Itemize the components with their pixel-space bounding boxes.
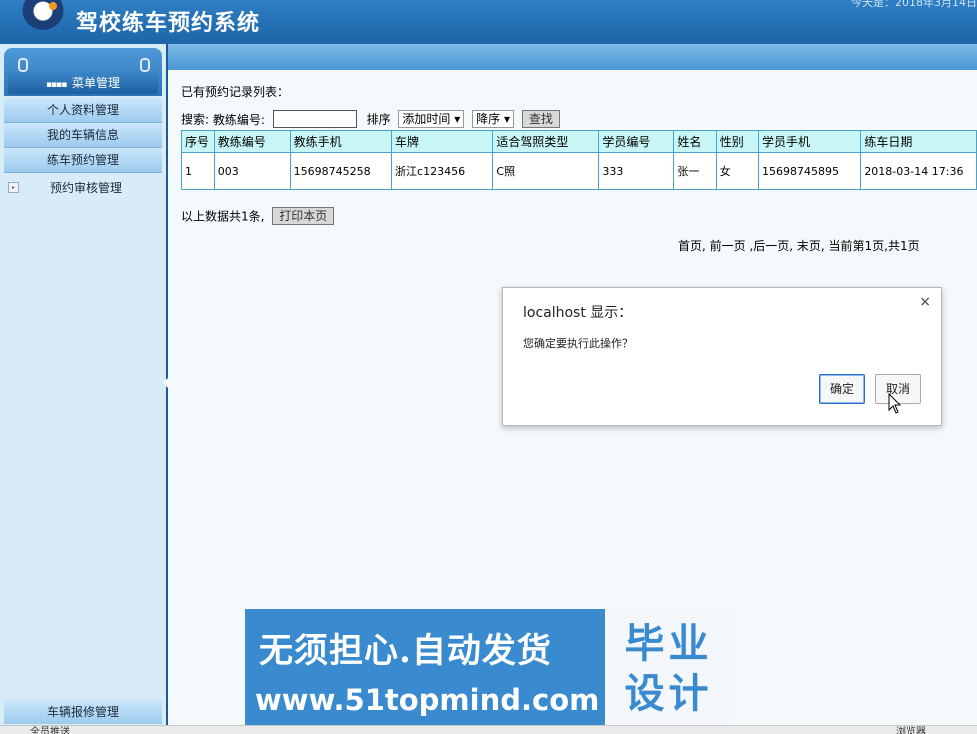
table-cell: 15698745895 — [758, 152, 862, 190]
search-button[interactable]: 查找 — [521, 110, 560, 128]
table-cell: 003 — [213, 152, 291, 190]
sort-field-value: 添加时间 — [402, 112, 451, 126]
sidebar-item-my-vehicle[interactable]: 我的车辆信息 — [4, 123, 162, 148]
column-header: 练车日期 — [860, 130, 977, 153]
date-text: 今天是：2018年3月14日 — [851, 0, 977, 9]
sort-label: 排序 — [366, 112, 391, 127]
list-title: 已有预约记录列表： — [181, 85, 290, 99]
banner-badge: 毕业 设计 — [605, 609, 732, 733]
record-count-text: 以上数据共1条, — [181, 209, 265, 224]
column-header: 序号 — [181, 130, 215, 153]
table-cell: 15698745258 — [289, 152, 393, 190]
promo-banner: 无须担心.自动发货 www.51topmind.com 毕业 设计 — [245, 609, 732, 733]
table-row: 1 003 15698745258 浙江c123456 C照 333 张一 女 … — [181, 152, 977, 190]
column-header: 车牌 — [391, 130, 494, 153]
sort-field-select[interactable]: 添加时间 ▾ — [398, 110, 465, 128]
app-title: 驾校练车预约系统 — [76, 10, 261, 36]
table-header-row: 序号 教练编号 教练手机 车牌 适合驾照类型 学员编号 姓名 性别 学员手机 练… — [181, 130, 977, 153]
pagination[interactable]: 首页, 前一页 ,后一页, 末页, 当前第1页,共1页 — [678, 237, 920, 254]
search-label: 搜索: — [181, 112, 210, 127]
column-header: 学员编号 — [598, 130, 675, 153]
sidebar-item-booking[interactable]: 练车预约管理 — [4, 148, 162, 173]
grid-icon: ▪▪▪▪ — [45, 80, 67, 90]
banner-url: www.51topmind.com — [255, 683, 600, 717]
sidebar-subitem-label: 预约审核管理 — [50, 181, 123, 195]
search-bar: 搜索: 教练编号: 排序 添加时间 ▾ 降序 ▾ 查找 — [181, 110, 560, 130]
column-header: 姓名 — [673, 130, 717, 153]
column-header: 适合驾照类型 — [492, 130, 600, 153]
column-header: 教练编号 — [213, 130, 291, 153]
ok-button[interactable]: 确定 — [819, 374, 865, 404]
sidebar-item-repair[interactable]: 车辆报修管理 — [4, 700, 162, 724]
column-header: 性别 — [715, 130, 760, 153]
ring-icon — [18, 58, 28, 72]
logo-icon — [22, 0, 64, 30]
sidebar-item-profile[interactable]: 个人资料管理 — [4, 98, 162, 123]
dialog-title: localhost 显示： — [523, 305, 633, 321]
chevron-down-icon: ▾ — [454, 112, 461, 126]
summary-row: 以上数据共1条, 打印本页 — [181, 207, 335, 225]
banner-headline: 无须担心.自动发货 — [259, 631, 552, 671]
sidebar-subitem-review[interactable]: ▸ 预约审核管理 — [4, 176, 162, 200]
confirm-dialog: localhost 显示： × 您确定要执行此操作？ 确定 取消 — [502, 287, 942, 426]
column-header: 教练手机 — [289, 130, 393, 153]
banner-badge-line2: 设计 — [624, 670, 713, 717]
table-cell: 2018-03-14 17:36 — [860, 152, 977, 190]
expand-icon[interactable]: ▸ — [8, 182, 19, 193]
close-icon[interactable]: × — [919, 294, 931, 310]
sort-order-value: 降序 — [476, 112, 501, 126]
column-header: 学员手机 — [758, 130, 862, 153]
ring-icon — [140, 58, 150, 72]
sort-order-select[interactable]: 降序 ▾ — [472, 110, 514, 128]
table-cell: 浙江c123456 — [391, 152, 494, 190]
app-header: 驾校练车预约系统 今天是：2018年3月14日 — [0, 0, 977, 44]
chevron-down-icon: ▾ — [503, 112, 510, 126]
mouse-pointer-icon — [888, 393, 902, 414]
table-cell: C照 — [492, 152, 600, 190]
records-table: 序号 教练编号 教练手机 车牌 适合驾照类型 学员编号 姓名 性别 学员手机 练… — [181, 130, 977, 190]
menu-header-label: 菜单管理 — [71, 76, 120, 90]
table-cell: 张一 — [673, 152, 717, 190]
table-cell: 1 — [181, 152, 215, 190]
menu-header[interactable]: ▪▪▪▪ 菜单管理 — [8, 72, 158, 94]
coach-id-label: 教练编号: — [212, 112, 265, 127]
banner-badge-line1: 毕业 — [624, 620, 713, 667]
print-button[interactable]: 打印本页 — [272, 207, 335, 225]
table-cell: 女 — [715, 152, 760, 190]
sidebar: ▪▪▪▪ 菜单管理 个人资料管理 我的车辆信息 练车预约管理 ▸ 预约审核管理 车… — [0, 44, 168, 733]
table-cell: 333 — [598, 152, 675, 190]
dialog-message: 您确定要执行此操作？ — [523, 337, 633, 350]
coach-id-input[interactable] — [272, 110, 357, 128]
